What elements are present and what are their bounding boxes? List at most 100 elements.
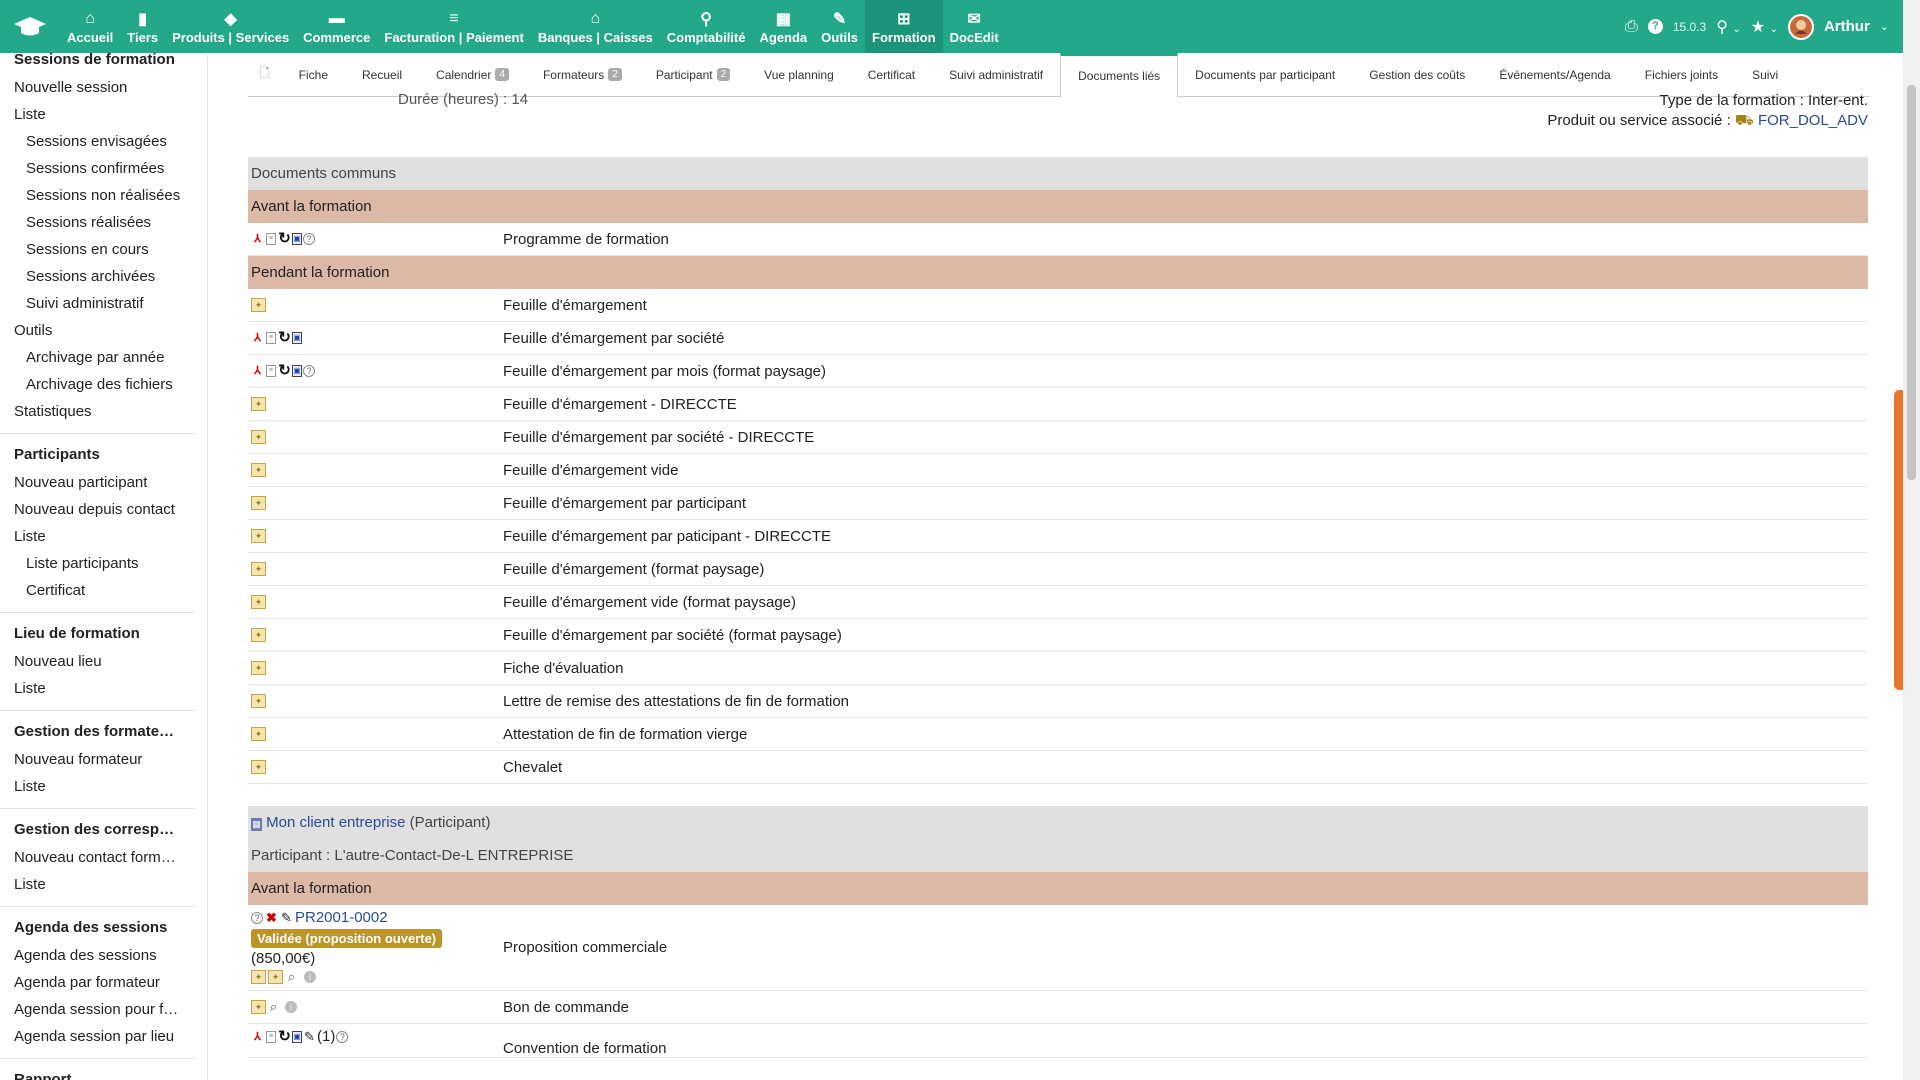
associated-product-link[interactable]: FOR_DOL_ADV <box>1758 112 1868 129</box>
sidebar-item[interactable]: Outils <box>0 317 195 344</box>
generate-icon[interactable]: ✦ <box>251 430 266 444</box>
sidebar-item[interactable]: Sessions archivées <box>0 263 195 290</box>
menu-item-agenda[interactable]: ▦ Agenda <box>752 0 814 53</box>
user-name[interactable]: Arthur <box>1824 18 1870 35</box>
menu-item-accueil[interactable]: ⌂ Accueil <box>60 0 120 53</box>
help-icon[interactable]: ? <box>251 911 263 924</box>
info-icon[interactable]: i <box>285 1001 297 1013</box>
generate-icon[interactable]: ✦ <box>251 727 266 741</box>
sidebar-item[interactable]: Archivage par année <box>0 344 195 371</box>
tab-fiche[interactable]: Fiche <box>282 53 345 97</box>
attachment-icon[interactable]: ⌕ <box>285 970 298 984</box>
sidebar-section-title[interactable]: Gestion des correspon… <box>0 815 195 844</box>
sidebar-item[interactable]: Statistiques <box>0 398 195 425</box>
file-icon[interactable]: ≡ <box>266 365 276 377</box>
tab--v-nements-agenda[interactable]: Événements/Agenda <box>1482 53 1627 97</box>
page-scrollbar[interactable] <box>1903 0 1920 1080</box>
menu-item-formation[interactable]: ⊞ Formation <box>865 0 943 53</box>
menu-item-tiers[interactable]: ▮ Tiers <box>120 0 165 53</box>
sidebar-item[interactable]: Nouveau contact formation <box>0 844 195 871</box>
attachment-icon[interactable]: ⌕ <box>267 1000 280 1014</box>
generate-icon[interactable]: ✦ <box>251 1000 266 1014</box>
tab-gestion-des-co-ts[interactable]: Gestion des coûts <box>1352 53 1482 97</box>
proposal-ref-link[interactable]: PR2001-0002 <box>295 909 388 926</box>
generate-icon[interactable]: ✦ <box>251 463 266 477</box>
refresh-icon[interactable]: ↻ <box>278 330 291 345</box>
odt-icon[interactable]: ▣ <box>292 365 302 377</box>
sidebar-item[interactable]: Liste <box>0 675 195 702</box>
avatar[interactable] <box>1787 13 1814 40</box>
sidebar-item[interactable]: Sessions réalisées <box>0 209 195 236</box>
sidebar-section-title[interactable]: Lieu de formation <box>0 619 195 648</box>
sidebar-item[interactable]: Sessions non réalisées <box>0 182 195 209</box>
tab-calendrier[interactable]: Calendrier 4 <box>419 53 526 97</box>
pdf-icon[interactable]: ⅄ <box>251 331 264 345</box>
generate-icon[interactable]: ✦ <box>251 496 266 510</box>
generate-icon[interactable]: ✦ <box>251 562 266 576</box>
sidebar-item[interactable]: Agenda session pour for… <box>0 996 195 1023</box>
sidebar-section-title[interactable]: Rapport <box>0 1065 195 1080</box>
tab-certificat[interactable]: Certificat <box>851 53 932 97</box>
menu-item-comptabilit-[interactable]: ⚲ Comptabilité <box>660 0 753 53</box>
generate-icon[interactable]: ✦ <box>251 970 266 984</box>
help-icon[interactable]: ? <box>303 365 315 377</box>
sidebar-item[interactable]: Agenda par formateur <box>0 969 195 996</box>
tab-participant[interactable]: Participant 2 <box>639 53 747 97</box>
sidebar-item[interactable]: Liste <box>0 523 195 550</box>
sidebar-section-title[interactable]: Sessions de formation <box>0 53 195 74</box>
odt-icon[interactable]: ▣ <box>292 233 302 245</box>
sidebar-item[interactable]: Certificat <box>0 577 195 604</box>
tab-documents-par-participant[interactable]: Documents par participant <box>1178 53 1352 97</box>
odt-icon[interactable]: ▣ <box>292 332 302 344</box>
menu-item-outils[interactable]: ✎ Outils <box>814 0 865 53</box>
pdf-icon[interactable]: ⅄ <box>251 364 264 378</box>
menu-item-facturation-paiement[interactable]: ≡ Facturation | Paiement <box>377 0 530 53</box>
generate-icon[interactable]: ✦ <box>251 661 266 675</box>
scrollbar-thumb[interactable] <box>1907 85 1916 480</box>
sidebar-item[interactable]: Liste <box>0 871 195 898</box>
sidebar-section-title[interactable]: Gestion des formateurs <box>0 717 195 746</box>
sidebar-item[interactable]: Archivage des fichiers <box>0 371 195 398</box>
search-dropdown[interactable]: ⚲ ⌄ <box>1716 17 1741 37</box>
tab-formateurs[interactable]: Formateurs 2 <box>526 53 639 97</box>
sidebar-section-title[interactable]: Agenda des sessions <box>0 913 195 942</box>
generate-icon[interactable]: ✦ <box>251 397 266 411</box>
sidebar-item[interactable]: Nouveau formateur <box>0 746 195 773</box>
tab-suivi-administratif[interactable]: Suivi administratif <box>932 53 1060 97</box>
sidebar-item[interactable]: Nouvelle session <box>0 74 195 101</box>
help-icon[interactable]: ? <box>303 233 315 245</box>
sidebar-item[interactable]: Liste <box>0 773 195 800</box>
generate-icon[interactable]: ✦ <box>251 298 266 312</box>
sidebar-item[interactable]: Sessions confirmées <box>0 155 195 182</box>
odt-icon[interactable]: ▣ <box>292 1030 302 1043</box>
pdf-icon[interactable]: ⅄ <box>251 1030 264 1044</box>
menu-item-docedit[interactable]: ✉ DocEdit <box>943 0 1006 53</box>
sidebar-item[interactable]: Liste participants <box>0 550 195 577</box>
tab-documents-li-s[interactable]: Documents liés <box>1060 52 1179 98</box>
sidebar-item[interactable]: Agenda session par lieu <box>0 1023 195 1050</box>
refresh-icon[interactable]: ↻ <box>278 231 291 246</box>
sidebar-section-title[interactable]: Participants <box>0 440 195 469</box>
sidebar-item[interactable]: Nouveau participant <box>0 469 195 496</box>
tab-document[interactable]: 🗋 <box>248 53 282 97</box>
tab-vue-planning[interactable]: Vue planning <box>747 53 851 97</box>
menu-item-produits-services[interactable]: ◆ Produits | Services <box>165 0 296 53</box>
file-icon[interactable]: ≡ <box>266 1030 276 1043</box>
edit-icon[interactable]: ✎ <box>303 1029 316 1044</box>
sidebar-item[interactable]: Sessions en cours <box>0 236 195 263</box>
client-name-link[interactable]: Mon client entreprise <box>266 814 405 831</box>
generate-icon[interactable]: ✦ <box>251 760 266 774</box>
edit-icon[interactable]: ✎ <box>280 910 293 925</box>
generate-icon[interactable]: ✦ <box>251 529 266 543</box>
generate-icon[interactable]: ✦ <box>251 628 266 642</box>
menu-item-commerce[interactable]: ▬ Commerce <box>296 0 377 53</box>
sidebar-item[interactable]: Liste <box>0 101 195 128</box>
sidebar-item[interactable]: Nouveau depuis contact <box>0 496 195 523</box>
refresh-icon[interactable]: ↻ <box>278 363 291 378</box>
file-icon[interactable]: ≡ <box>266 332 276 344</box>
tab-suivi[interactable]: Suivi <box>1735 53 1795 97</box>
help-icon[interactable]: ? <box>336 1030 349 1043</box>
sidebar-item[interactable]: Agenda des sessions <box>0 942 195 969</box>
pdf-icon[interactable]: ⅄ <box>251 232 264 246</box>
sidebar-item[interactable]: Sessions envisagées <box>0 128 195 155</box>
